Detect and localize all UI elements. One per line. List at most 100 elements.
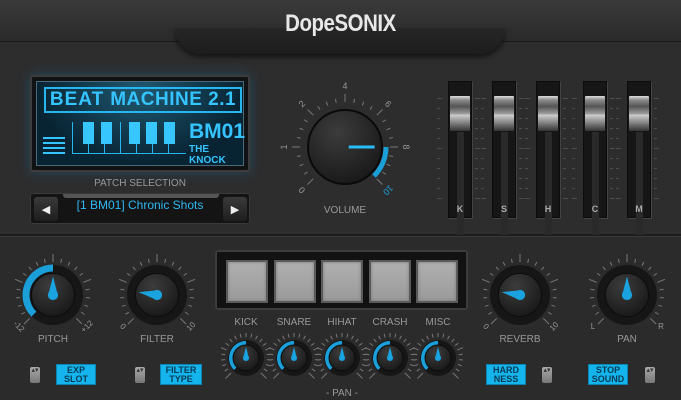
next-patch-button[interactable]: ▶ bbox=[223, 197, 247, 221]
knob-tick bbox=[335, 333, 338, 338]
fader-handle[interactable] bbox=[538, 95, 558, 131]
fader-tick bbox=[563, 158, 566, 159]
fader-tick bbox=[481, 198, 486, 199]
knob-tick bbox=[187, 278, 196, 283]
knob-tick bbox=[75, 317, 83, 325]
fader-tick bbox=[525, 188, 528, 189]
knob-tick bbox=[452, 372, 459, 379]
fader-label: C bbox=[591, 204, 599, 214]
lcd-display: BEAT MACHINE 2.1 BM01 THE KNOCK bbox=[30, 75, 250, 172]
knob-tick bbox=[307, 338, 311, 343]
fader-handle[interactable] bbox=[629, 95, 649, 131]
knob-tick bbox=[320, 368, 325, 372]
volume-tick bbox=[296, 155, 301, 158]
knob-tick bbox=[373, 338, 377, 343]
knob-tick bbox=[407, 368, 412, 372]
knob-tick bbox=[648, 266, 652, 271]
knob-tick bbox=[171, 261, 175, 266]
knob-tick bbox=[321, 342, 326, 347]
fader-tick bbox=[437, 118, 440, 119]
pad-pan-knob-crash[interactable] bbox=[365, 333, 415, 383]
pad-hihat[interactable] bbox=[321, 260, 363, 303]
knob-tick bbox=[595, 311, 600, 315]
reverb-label: REVERB bbox=[499, 334, 541, 345]
knob-tick bbox=[282, 335, 285, 340]
fader-tick bbox=[563, 188, 566, 189]
prev-patch-button[interactable]: ◀ bbox=[34, 197, 58, 221]
exp-slot-button[interactable]: EXP SLOT bbox=[56, 364, 96, 385]
menu-icon[interactable] bbox=[43, 134, 65, 156]
fader-tick bbox=[572, 98, 577, 99]
knob-tick bbox=[269, 353, 274, 356]
fader-tick bbox=[572, 118, 575, 119]
knob-tick bbox=[84, 304, 89, 307]
fader-tick bbox=[525, 98, 530, 99]
filter-type-spinner[interactable]: ▴▾ bbox=[135, 367, 145, 383]
volume-tick bbox=[299, 163, 304, 167]
pad-label-hihat: HIHAT bbox=[327, 317, 357, 328]
pad-snare[interactable] bbox=[274, 260, 316, 303]
fader-handle[interactable] bbox=[494, 95, 514, 131]
volume-tick bbox=[317, 105, 321, 110]
fader-tick bbox=[525, 168, 528, 169]
fader-m[interactable]: M bbox=[627, 81, 651, 235]
knob-tick bbox=[330, 335, 333, 340]
fader-handle[interactable] bbox=[585, 95, 605, 131]
fader-k[interactable]: K bbox=[448, 81, 472, 235]
volume-tick bbox=[376, 109, 383, 116]
knob-tick bbox=[164, 258, 167, 264]
fader-tick bbox=[616, 198, 621, 199]
knob-tick bbox=[225, 342, 230, 347]
volume-scale-label: 8 bbox=[401, 144, 411, 149]
fader-tick bbox=[475, 128, 478, 129]
pad-crash[interactable] bbox=[369, 260, 411, 303]
fader-tick bbox=[610, 188, 613, 189]
knob-tick bbox=[654, 311, 659, 315]
patch-name[interactable]: [1 BM01] Chronic Shots bbox=[65, 198, 215, 212]
pad-pan-knob-misc[interactable] bbox=[413, 333, 463, 383]
fader-tick bbox=[610, 138, 613, 139]
fader-label: H bbox=[544, 204, 552, 214]
hardness-spinner[interactable]: ▴▾ bbox=[542, 367, 552, 383]
fader-handle[interactable] bbox=[450, 95, 470, 131]
knob-tick bbox=[417, 372, 424, 379]
pad-grid bbox=[215, 250, 468, 310]
knob-tick bbox=[118, 278, 127, 283]
fader-h[interactable]: H bbox=[536, 81, 560, 235]
volume-tick bbox=[307, 109, 314, 116]
pad-pan-knob-kick[interactable] bbox=[221, 333, 271, 383]
pad-kick[interactable] bbox=[226, 260, 268, 303]
fader-tick bbox=[616, 178, 619, 179]
knob-tick bbox=[591, 304, 596, 307]
fader-tick bbox=[519, 158, 522, 159]
fader-tick bbox=[616, 188, 619, 189]
fader-tick bbox=[481, 98, 486, 99]
fader-tick bbox=[654, 158, 657, 159]
pad-pan-knob-snare[interactable] bbox=[269, 333, 319, 383]
knob-tick bbox=[417, 342, 422, 347]
pad-pan-knob-hihat[interactable] bbox=[317, 333, 367, 383]
knob-tick bbox=[447, 335, 450, 340]
exp-slot-spinner[interactable]: ▴▾ bbox=[30, 367, 40, 383]
volume-knob[interactable]: 0 1 2 4 6 8 10 bbox=[270, 75, 420, 225]
volume-tick bbox=[296, 136, 301, 139]
stop-sound-spinner[interactable]: ▴▾ bbox=[645, 367, 655, 383]
knob-tick bbox=[546, 272, 551, 277]
knob-tick bbox=[178, 266, 182, 271]
knob-tick bbox=[484, 304, 489, 307]
stop-sound-button[interactable]: STOP SOUND bbox=[588, 364, 628, 385]
fader-c[interactable]: C bbox=[583, 81, 607, 235]
hardness-button[interactable]: HARD NESS bbox=[486, 364, 526, 385]
knob-tick bbox=[457, 347, 463, 351]
knob-tick bbox=[273, 342, 278, 347]
pad-misc[interactable] bbox=[416, 260, 458, 303]
knob-tick bbox=[221, 353, 226, 356]
fader-tick bbox=[616, 158, 619, 159]
filter-type-button[interactable]: FILTER TYPE bbox=[160, 364, 202, 385]
fader-tick bbox=[616, 108, 619, 109]
knob-tick bbox=[365, 347, 371, 351]
fader-s[interactable]: S bbox=[492, 81, 516, 235]
piano-keys-icon bbox=[72, 122, 186, 154]
knob-tick bbox=[317, 347, 323, 351]
volume-tick bbox=[386, 163, 391, 167]
